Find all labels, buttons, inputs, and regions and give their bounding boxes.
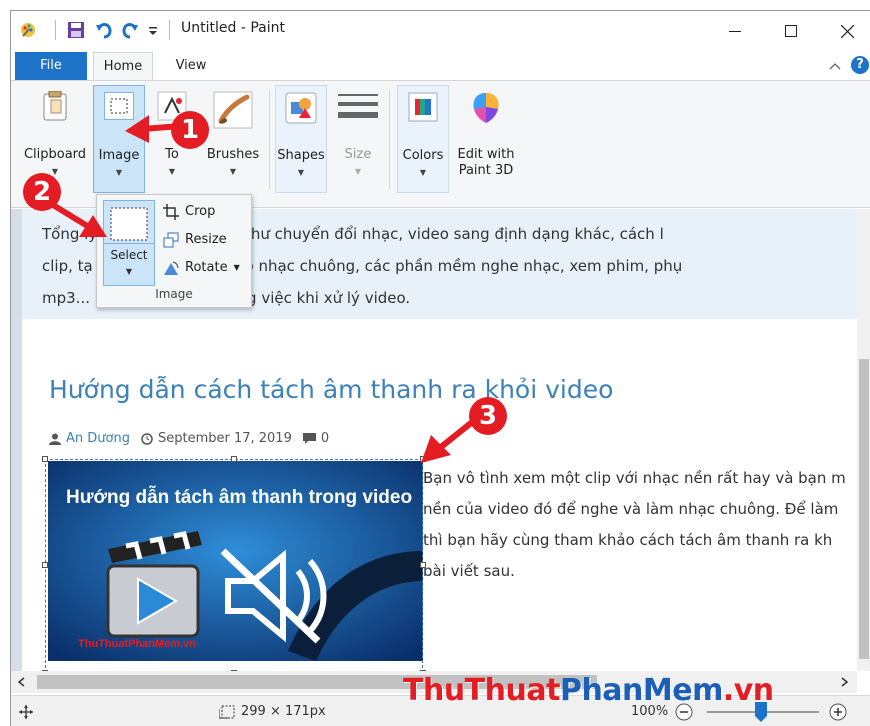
- size-label: Size: [344, 147, 372, 162]
- select-label: Select: [110, 248, 148, 262]
- cursor-position-icon: [19, 705, 33, 719]
- site-watermark: ThuThuatPhanMem.vn: [403, 673, 774, 708]
- rotate-dropdown-icon: ▼: [233, 263, 240, 272]
- vertical-scrollbar-thumb[interactable]: [859, 359, 869, 659]
- selection-size-icon: [219, 705, 235, 719]
- window-title: Untitled - Paint: [181, 20, 285, 36]
- brushes-label: Brushes: [206, 147, 260, 162]
- help-icon[interactable]: ?: [851, 56, 869, 74]
- maximize-button[interactable]: [769, 17, 813, 45]
- resize-icon: [163, 232, 179, 248]
- body-line-3: thì bạn hãy cùng tham khảo cách tách âm …: [423, 531, 833, 549]
- watermark-part2: PhanMem: [559, 673, 723, 708]
- body-line-4: bài viết sau.: [423, 562, 515, 580]
- paint3d-icon: [473, 93, 499, 123]
- tab-view[interactable]: View: [161, 52, 221, 80]
- annotation-badge-3: 3: [469, 397, 507, 435]
- image-dropdown-icon: ▼: [115, 168, 123, 177]
- selection-handle-tl[interactable]: [42, 456, 48, 462]
- crop-button[interactable]: Crop: [163, 201, 215, 223]
- colors-label: Colors: [402, 148, 444, 163]
- paint-window: Untitled - Paint File Home View ? Clipbo…: [10, 10, 870, 726]
- crop-label: Crop: [185, 204, 216, 219]
- ribbon-separator-2: [389, 89, 390, 189]
- shapes-button[interactable]: Shapes ▼: [275, 85, 327, 193]
- clipboard-label: Clipboard: [23, 147, 87, 162]
- edit-with-paint3d-button[interactable]: Edit with Paint 3D: [453, 85, 519, 195]
- size-icon: [338, 94, 378, 118]
- selection-handle-r[interactable]: [420, 562, 426, 568]
- watermark-part1: ThuThuat: [403, 673, 560, 708]
- selection-handle-t[interactable]: [231, 456, 237, 462]
- tab-file[interactable]: File: [15, 52, 87, 80]
- vertical-scrollbar[interactable]: [857, 209, 870, 671]
- article-meta: An Dương September 17, 2019 0: [49, 431, 329, 446]
- minimize-button[interactable]: [713, 17, 757, 45]
- brushes-dropdown-icon: ▼: [229, 167, 237, 176]
- clipboard-dropdown-icon: ▼: [51, 167, 59, 176]
- tab-home[interactable]: Home: [93, 52, 153, 80]
- rotate-button[interactable]: Rotate ▼: [163, 257, 240, 279]
- ribbon-tabs: File Home View ?: [11, 52, 870, 80]
- author-link: An Dương: [66, 431, 130, 446]
- customize-quick-access-icon[interactable]: [147, 21, 159, 39]
- size-button[interactable]: Size ▼: [335, 85, 381, 195]
- title-separator: [169, 20, 170, 40]
- crop-icon: [163, 204, 179, 220]
- size-dropdown-icon: ▼: [354, 167, 362, 176]
- colors-icon: [408, 92, 438, 122]
- clipboard-icon: [43, 91, 67, 121]
- annotation-badge-2: 2: [23, 173, 61, 211]
- scroll-right-icon[interactable]: [841, 677, 849, 687]
- close-icon: [840, 24, 854, 38]
- annotation-arrow-2: [51, 202, 107, 237]
- edit3d-label-2: Paint 3D: [458, 163, 514, 178]
- brushes-icon: [213, 91, 253, 129]
- selection-size: 299 × 171px: [241, 704, 326, 719]
- selection-rectangle[interactable]: [42, 456, 426, 671]
- comment-icon: [302, 432, 316, 444]
- clock-icon: [141, 432, 153, 445]
- article-title: Hướng dẫn cách tách âm thanh ra khỏi vid…: [49, 375, 614, 404]
- resize-label: Resize: [185, 232, 227, 247]
- save-icon[interactable]: [67, 21, 85, 39]
- ribbon-separator: [269, 89, 270, 189]
- quick-access-separator: [55, 20, 56, 40]
- tools-label: To: [165, 147, 179, 162]
- user-icon: [49, 433, 61, 445]
- image-label: Image: [98, 148, 140, 163]
- image-dropdown-menu: Select ▼ Crop Resize Rotate ▼ Image: [96, 194, 252, 308]
- select-dashed-icon: [110, 207, 148, 241]
- zoom-in-icon[interactable]: [829, 703, 847, 721]
- select-dropdown-icon: ▼: [125, 267, 133, 276]
- rotate-label: Rotate: [185, 260, 228, 275]
- shapes-icon: [285, 92, 317, 124]
- close-button[interactable]: [825, 17, 869, 45]
- body-line-1: Bạn vô tình xem một clip với nhạc nền rấ…: [423, 469, 846, 487]
- shapes-dropdown-icon: ▼: [297, 168, 305, 177]
- collapse-ribbon-icon[interactable]: [829, 61, 841, 71]
- tools-dropdown-icon: ▼: [168, 167, 176, 176]
- redo-icon[interactable]: [121, 21, 139, 39]
- edit3d-label-1: Edit with: [457, 147, 515, 162]
- comment-count: 0: [320, 431, 330, 446]
- image-group-label: Image: [155, 287, 193, 301]
- shapes-label: Shapes: [277, 148, 325, 163]
- paint-app-icon: [21, 23, 35, 37]
- brushes-button[interactable]: Brushes ▼: [203, 85, 263, 195]
- maximize-icon: [785, 25, 797, 37]
- rotate-icon: [164, 261, 179, 275]
- resize-button[interactable]: Resize: [163, 229, 227, 251]
- colors-dropdown-icon: ▼: [419, 168, 427, 177]
- watermark-part3: .vn: [722, 673, 774, 708]
- selection-handle-l[interactable]: [42, 562, 48, 568]
- scroll-left-icon[interactable]: [17, 677, 25, 687]
- undo-icon[interactable]: [95, 21, 113, 39]
- annotation-badge-1: 1: [171, 111, 209, 149]
- colors-button[interactable]: Colors ▼: [397, 85, 449, 193]
- body-line-2: nền của video đó để nghe và làm nhạc chu…: [423, 500, 839, 518]
- post-date: September 17, 2019: [157, 431, 292, 446]
- minimize-icon: [729, 31, 741, 32]
- title-bar: Untitled - Paint: [11, 11, 870, 51]
